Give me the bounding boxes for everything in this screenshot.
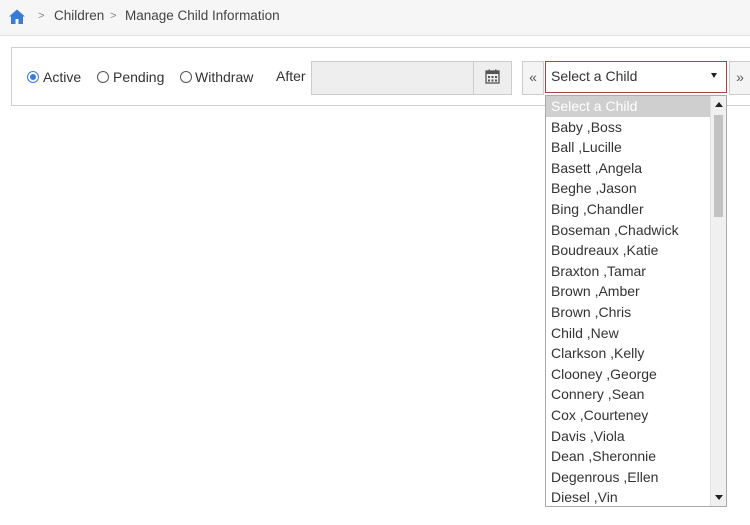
next-child-button[interactable]: »	[729, 61, 750, 95]
chevron-down-icon[interactable]	[711, 73, 717, 78]
radio-active-label[interactable]: Active	[43, 69, 81, 85]
breadcrumb-children[interactable]: Children	[54, 8, 104, 23]
scrollbar-thumb[interactable]	[714, 115, 723, 217]
radio-withdraw-label[interactable]: Withdraw	[195, 69, 253, 85]
radio-pending-label[interactable]: Pending	[113, 69, 164, 85]
dropdown-option[interactable]: Ball ,Lucille	[546, 137, 711, 158]
dropdown-option-placeholder[interactable]: Select a Child	[546, 96, 711, 117]
breadcrumb-current-page: Manage Child Information	[125, 8, 280, 23]
dropdown-option[interactable]: Dean ,Sheronnie	[546, 446, 711, 467]
dropdown-option[interactable]: Brown ,Amber	[546, 281, 711, 302]
chevron-right-icon: >	[38, 10, 45, 22]
dropdown-option[interactable]: Bing ,Chandler	[546, 199, 711, 220]
child-select-value[interactable]: Select a Child	[551, 68, 637, 84]
dropdown-options: Select a Child Baby ,Boss Ball ,Lucille Bas…	[546, 96, 711, 506]
breadcrumb-bar: > Children > Manage Child Information	[0, 0, 750, 36]
dropdown-option[interactable]: Cox ,Courteney	[546, 405, 711, 426]
dropdown-option[interactable]: Baby ,Boss	[546, 117, 711, 138]
child-dropdown-list[interactable]: Select a Child Baby ,Boss Ball ,Lucille Bas…	[545, 95, 727, 507]
dropdown-option[interactable]: Diesel ,Vin	[546, 487, 711, 506]
dropdown-option[interactable]: Boseman ,Chadwick	[546, 220, 711, 241]
dropdown-option[interactable]: Degenrous ,Ellen	[546, 467, 711, 488]
dropdown-option[interactable]: Davis ,Viola	[546, 426, 711, 447]
dropdown-option[interactable]: Clarkson ,Kelly	[546, 343, 711, 364]
calendar-icon[interactable]	[485, 69, 500, 84]
dropdown-option[interactable]: Clooney ,George	[546, 364, 711, 385]
dropdown-scrollbar[interactable]	[710, 96, 726, 506]
dropdown-option[interactable]: Boudreaux ,Katie	[546, 240, 711, 261]
radio-withdraw[interactable]	[180, 71, 192, 83]
dropdown-option[interactable]: Child ,New	[546, 323, 711, 344]
dropdown-option[interactable]: Beghe ,Jason	[546, 178, 711, 199]
dropdown-option[interactable]: Basett ,Angela	[546, 158, 711, 179]
dropdown-option[interactable]: Braxton ,Tamar	[546, 261, 711, 282]
previous-child-button[interactable]: «	[522, 61, 544, 95]
home-icon[interactable]	[8, 8, 26, 26]
after-label: After	[276, 68, 306, 84]
after-date-input[interactable]	[311, 61, 474, 95]
dropdown-option[interactable]: Brown ,Chris	[546, 302, 711, 323]
chevron-right-icon: >	[110, 10, 117, 22]
radio-active[interactable]	[27, 71, 39, 83]
radio-pending[interactable]	[97, 71, 109, 83]
scroll-up-icon[interactable]	[715, 102, 723, 107]
dropdown-option[interactable]: Connery ,Sean	[546, 384, 711, 405]
scroll-down-icon[interactable]	[715, 495, 723, 500]
